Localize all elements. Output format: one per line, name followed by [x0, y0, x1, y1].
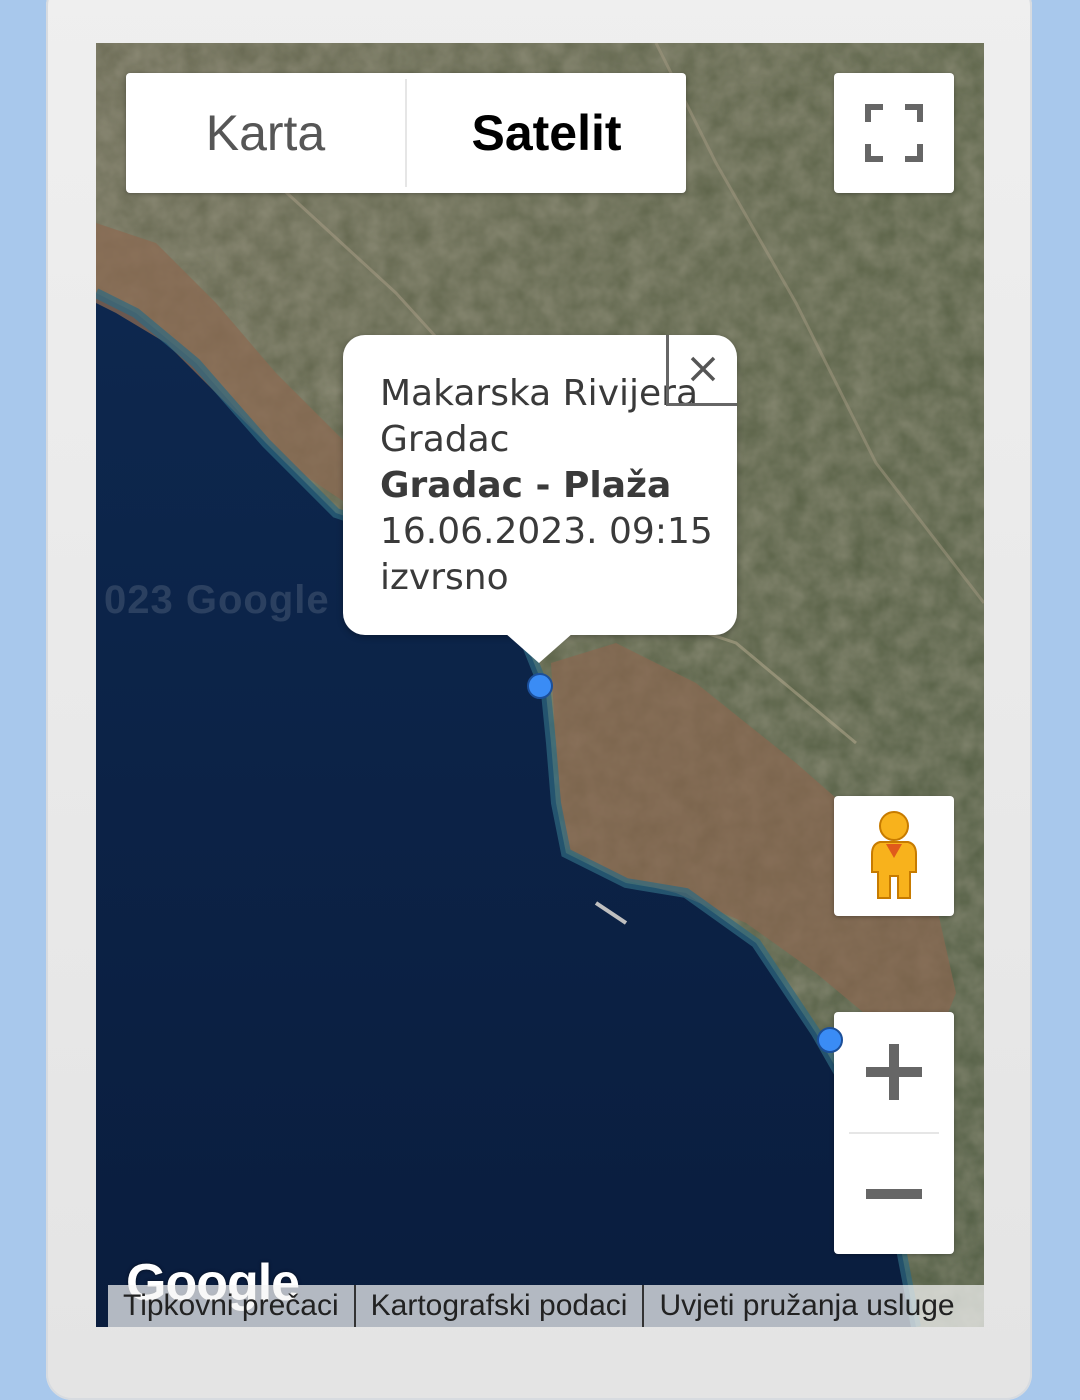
- beach-marker-gradac[interactable]: [527, 673, 553, 699]
- plus-icon: [866, 1044, 922, 1100]
- fullscreen-icon: [865, 104, 923, 162]
- info-region: Makarska Rivijera: [380, 373, 699, 414]
- info-town: Gradac: [380, 419, 510, 460]
- map-type-satelit-button[interactable]: Satelit: [407, 73, 686, 193]
- close-icon: [690, 356, 716, 382]
- beach-marker-2[interactable]: [817, 1027, 843, 1053]
- map-footer: Tipkovni prečaci Kartografski podaci Uvj…: [108, 1285, 984, 1327]
- zoom-control: [834, 1012, 954, 1254]
- info-window-close-button[interactable]: [666, 335, 737, 406]
- map-data-link[interactable]: Kartografski podaci: [356, 1289, 643, 1323]
- info-location: Gradac - Plaža: [380, 465, 672, 506]
- terms-link[interactable]: Uvjeti pružanja usluge: [644, 1289, 969, 1323]
- info-window: Makarska Rivijera Gradac Gradac - Plaža …: [343, 335, 737, 663]
- zoom-out-button[interactable]: [834, 1134, 954, 1254]
- street-view-button[interactable]: [834, 796, 954, 916]
- keyboard-shortcuts-link[interactable]: Tipkovni prečaci: [108, 1289, 354, 1323]
- street-view-pegman-icon: [871, 811, 917, 899]
- info-window-tail: [505, 633, 573, 663]
- info-window-content: Makarska Rivijera Gradac Gradac - Plaža …: [380, 371, 713, 601]
- map-watermark: 023 Google: [104, 578, 330, 622]
- map-type-control: Karta Satelit: [126, 73, 686, 193]
- zoom-in-button[interactable]: [834, 1012, 954, 1132]
- fullscreen-button[interactable]: [834, 73, 954, 193]
- satellite-map[interactable]: 023 Google Karta Satelit Makarska Rivije…: [96, 43, 984, 1327]
- info-rating: izvrsno: [380, 557, 509, 598]
- info-datetime: 16.06.2023. 09:15: [380, 511, 713, 552]
- minus-icon: [866, 1189, 922, 1199]
- map-type-karta-button[interactable]: Karta: [126, 73, 405, 193]
